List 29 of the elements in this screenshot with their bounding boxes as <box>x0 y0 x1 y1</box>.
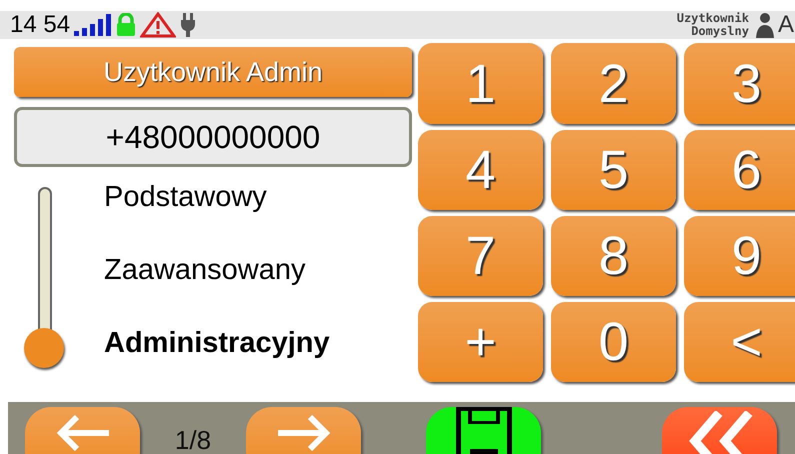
person-icon <box>756 12 774 38</box>
keypad-key[interactable]: 8 <box>551 216 676 296</box>
keypad-key[interactable]: 0 <box>551 302 676 382</box>
keypad-key[interactable]: 1 <box>418 43 543 124</box>
keypad-key[interactable]: 7 <box>418 216 543 296</box>
keypad-key[interactable]: 9 <box>684 216 795 296</box>
lock-icon <box>116 13 136 37</box>
level-label[interactable]: Podstawowy <box>104 183 330 256</box>
slider-thumb[interactable] <box>24 328 64 368</box>
user-label: Uzytkownik <box>676 12 749 25</box>
keypad-key[interactable]: 3 <box>684 43 795 124</box>
level-label[interactable]: Zaawansowany <box>104 256 330 330</box>
cut-letter: A <box>778 13 794 37</box>
page-indicator: 1/8 <box>174 424 212 454</box>
warning-icon <box>140 12 176 38</box>
user-label: Domyslny <box>691 25 749 38</box>
floppy-icon <box>456 407 512 454</box>
level-label[interactable]: Administracyjny <box>104 329 330 402</box>
keypad-key[interactable]: + <box>418 302 543 382</box>
phone-field[interactable]: +48000000000 <box>14 107 412 168</box>
plug-icon <box>180 13 196 37</box>
user-button[interactable]: Uzytkownik Admin <box>14 47 412 98</box>
keypad-key[interactable]: 4 <box>418 130 543 210</box>
keypad-key[interactable]: < <box>684 302 795 382</box>
keypad-key[interactable]: 2 <box>551 43 676 124</box>
keypad-key[interactable]: 5 <box>551 130 676 210</box>
clock: 14 54 <box>10 13 70 37</box>
signal-icon <box>74 14 112 36</box>
keypad-key[interactable]: 6 <box>684 130 795 210</box>
